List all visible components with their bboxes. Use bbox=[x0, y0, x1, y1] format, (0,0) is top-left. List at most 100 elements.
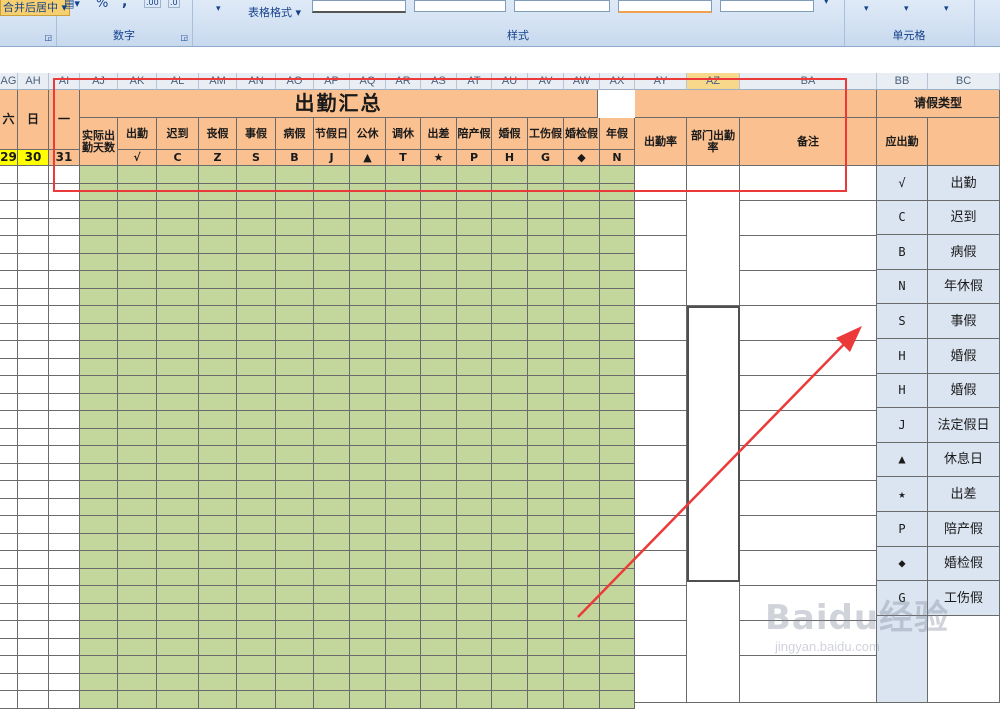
table-cell[interactable] bbox=[18, 236, 49, 254]
table-cell[interactable] bbox=[0, 656, 18, 674]
table-cell[interactable] bbox=[49, 569, 80, 586]
table-cell[interactable] bbox=[564, 236, 600, 254]
table-cell[interactable] bbox=[237, 674, 276, 691]
table-cell[interactable] bbox=[49, 429, 80, 446]
styles-more-dropdown[interactable]: ▾ bbox=[824, 0, 829, 7]
cell-style-swatch[interactable] bbox=[312, 0, 406, 13]
table-cell[interactable] bbox=[457, 516, 492, 534]
table-cell[interactable] bbox=[157, 464, 199, 481]
table-cell[interactable] bbox=[157, 534, 199, 551]
column-header-au[interactable]: AU bbox=[492, 73, 528, 90]
table-cell[interactable] bbox=[492, 219, 528, 236]
legend-code-cell[interactable]: H bbox=[877, 374, 928, 408]
remarks-cell[interactable] bbox=[740, 376, 877, 411]
table-cell[interactable] bbox=[237, 289, 276, 306]
table-cell[interactable] bbox=[314, 656, 350, 674]
legend-code-cell[interactable]: S bbox=[877, 304, 928, 339]
table-cell[interactable] bbox=[386, 411, 421, 429]
table-cell[interactable] bbox=[528, 586, 564, 604]
table-cell[interactable] bbox=[199, 481, 237, 499]
table-cell[interactable] bbox=[600, 656, 635, 674]
table-cell[interactable] bbox=[49, 446, 80, 464]
table-cell[interactable] bbox=[314, 289, 350, 306]
table-cell[interactable] bbox=[237, 446, 276, 464]
table-cell[interactable] bbox=[237, 429, 276, 446]
table-cell[interactable] bbox=[350, 184, 386, 201]
column-header-bb[interactable]: BB bbox=[877, 73, 928, 90]
table-cell[interactable] bbox=[237, 499, 276, 516]
table-cell[interactable] bbox=[564, 219, 600, 236]
table-cell[interactable] bbox=[157, 376, 199, 394]
dept-rate-cell[interactable] bbox=[687, 166, 740, 306]
table-cell[interactable] bbox=[600, 429, 635, 446]
table-cell[interactable] bbox=[457, 411, 492, 429]
table-cell[interactable] bbox=[276, 306, 314, 324]
cat-shijia-code[interactable]: S bbox=[237, 150, 276, 166]
table-cell[interactable] bbox=[564, 394, 600, 411]
table-cell[interactable] bbox=[237, 464, 276, 481]
table-cell[interactable] bbox=[564, 411, 600, 429]
table-cell[interactable] bbox=[457, 464, 492, 481]
table-cell[interactable] bbox=[80, 306, 118, 324]
table-cell[interactable] bbox=[199, 254, 237, 271]
table-cell[interactable] bbox=[350, 481, 386, 499]
table-cell[interactable] bbox=[386, 166, 421, 184]
table-cell[interactable] bbox=[118, 254, 157, 271]
table-cell[interactable] bbox=[199, 569, 237, 586]
table-cell[interactable] bbox=[199, 621, 237, 639]
table-cell[interactable] bbox=[492, 534, 528, 551]
table-cell[interactable] bbox=[600, 184, 635, 201]
table-cell[interactable] bbox=[386, 359, 421, 376]
remarks-cell[interactable] bbox=[740, 236, 877, 271]
table-cell[interactable] bbox=[80, 499, 118, 516]
table-cell[interactable] bbox=[49, 376, 80, 394]
column-header-ah[interactable]: AH bbox=[18, 73, 49, 90]
legend-name-cell[interactable]: 陪产假 bbox=[928, 512, 1000, 547]
table-cell[interactable] bbox=[564, 306, 600, 324]
table-cell[interactable] bbox=[18, 219, 49, 236]
table-cell[interactable] bbox=[118, 464, 157, 481]
table-cell[interactable] bbox=[386, 306, 421, 324]
table-cell[interactable] bbox=[199, 376, 237, 394]
table-cell[interactable] bbox=[276, 394, 314, 411]
table-cell[interactable] bbox=[118, 166, 157, 184]
column-header-aw[interactable]: AW bbox=[564, 73, 600, 90]
table-cell[interactable] bbox=[386, 639, 421, 656]
table-cell[interactable] bbox=[386, 691, 421, 709]
cat-chuchai-header[interactable]: 出差 bbox=[421, 118, 457, 150]
table-cell[interactable] bbox=[457, 271, 492, 289]
table-cell[interactable] bbox=[314, 324, 350, 341]
legend-name-cell[interactable]: 出勤 bbox=[928, 166, 1000, 201]
table-cell[interactable] bbox=[0, 166, 18, 184]
table-cell[interactable] bbox=[421, 394, 457, 411]
table-cell[interactable] bbox=[350, 621, 386, 639]
table-cell[interactable] bbox=[314, 586, 350, 604]
table-cell[interactable] bbox=[118, 184, 157, 201]
table-cell[interactable] bbox=[0, 289, 18, 306]
table-cell[interactable] bbox=[157, 306, 199, 324]
table-cell[interactable] bbox=[157, 166, 199, 184]
date-30-cell[interactable]: 30 bbox=[18, 150, 49, 166]
table-cell[interactable] bbox=[157, 219, 199, 236]
table-cell[interactable] bbox=[386, 201, 421, 219]
table-cell[interactable] bbox=[386, 516, 421, 534]
table-cell[interactable] bbox=[564, 184, 600, 201]
table-cell[interactable] bbox=[199, 551, 237, 569]
table-cell[interactable] bbox=[492, 464, 528, 481]
format-cells-dropdown[interactable]: ▾ bbox=[944, 4, 949, 14]
table-cell[interactable] bbox=[199, 604, 237, 621]
table-cell[interactable] bbox=[386, 271, 421, 289]
legend-name-cell[interactable]: 婚假 bbox=[928, 374, 1000, 408]
remarks-cell[interactable] bbox=[740, 306, 877, 341]
table-cell[interactable] bbox=[600, 604, 635, 621]
table-cell[interactable] bbox=[386, 621, 421, 639]
table-cell[interactable] bbox=[600, 219, 635, 236]
table-cell[interactable] bbox=[199, 306, 237, 324]
table-cell[interactable] bbox=[457, 306, 492, 324]
table-cell[interactable] bbox=[18, 254, 49, 271]
currency-format-button[interactable]: ▤▾ bbox=[64, 0, 80, 10]
table-cell[interactable] bbox=[157, 341, 199, 359]
table-cell[interactable] bbox=[528, 219, 564, 236]
attendance-rate-cell[interactable] bbox=[635, 586, 687, 621]
table-cell[interactable] bbox=[564, 271, 600, 289]
